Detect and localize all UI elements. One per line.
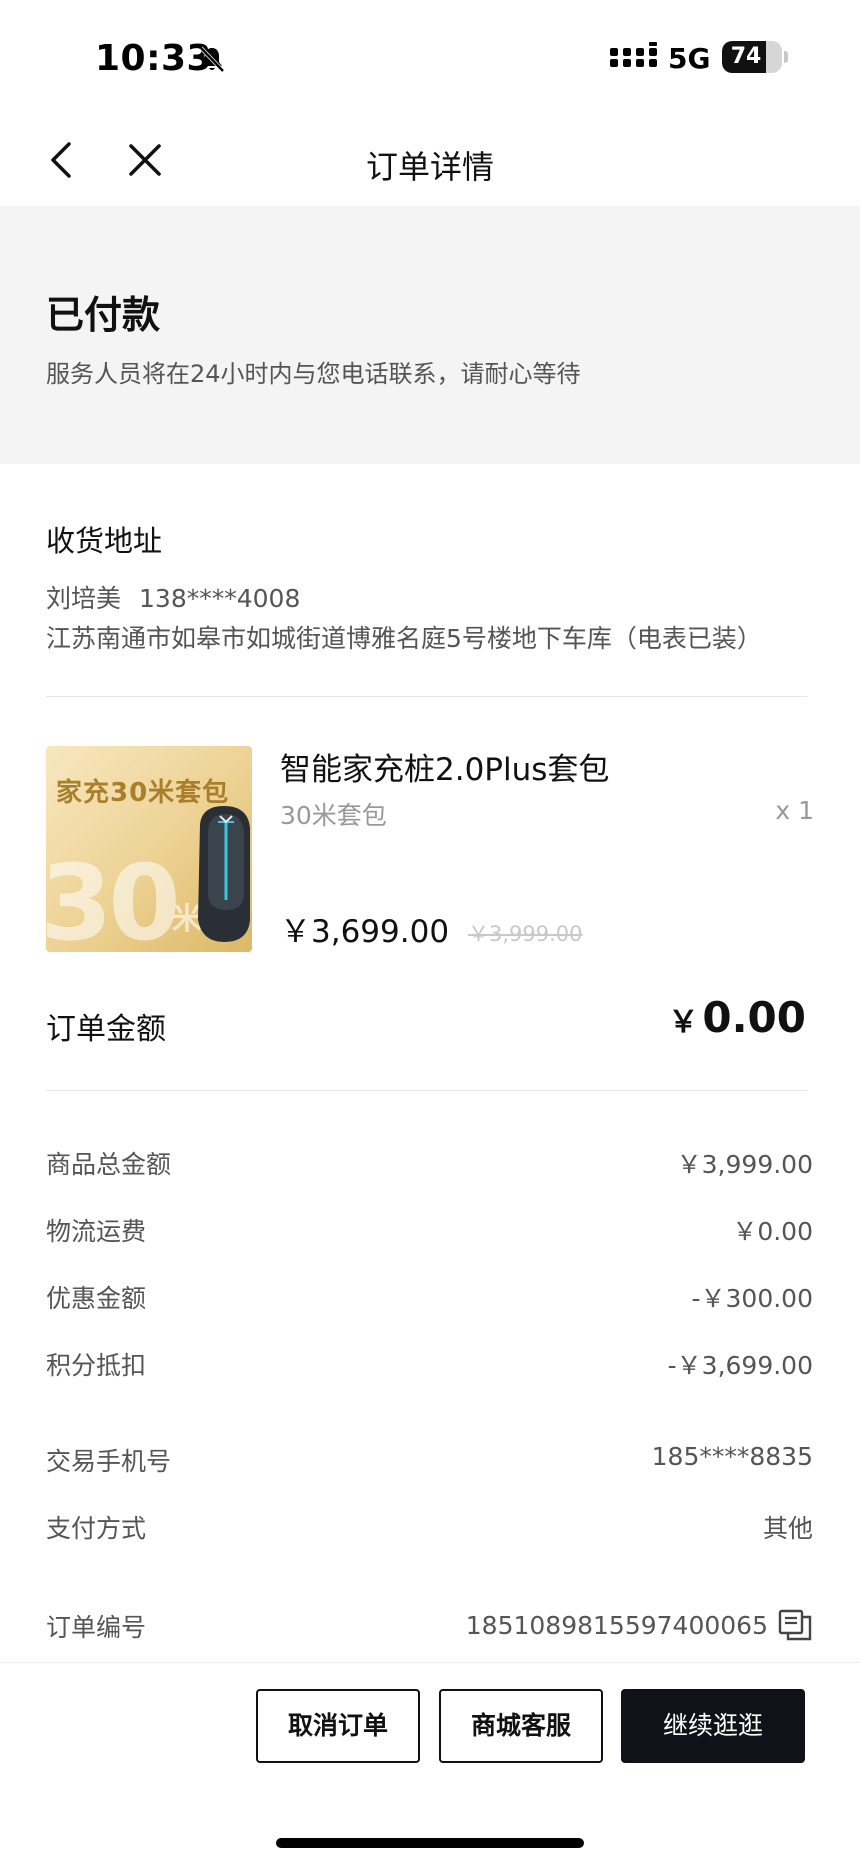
product-quantity: x 1 xyxy=(775,796,814,825)
order-number-label: 订单编号 xyxy=(46,1613,147,1642)
battery-icon: 74 xyxy=(722,41,782,73)
battery-percent: 74 xyxy=(730,44,762,69)
points-deduction-label: 积分抵扣 xyxy=(46,1351,147,1380)
product-image-number: 30 xyxy=(46,842,181,952)
bell-slash-icon xyxy=(199,46,225,73)
home-indicator[interactable] xyxy=(276,1838,584,1848)
payment-method-value: 其他 xyxy=(762,1514,813,1543)
bottom-action-bar: 取消订单 商城客服 继续逛逛 xyxy=(0,1662,860,1864)
status-time: 10:33 xyxy=(95,38,213,79)
goods-total-label: 商品总金额 xyxy=(46,1150,172,1179)
status-bar: 10:33 5G 74 xyxy=(0,0,860,110)
signal-icon xyxy=(610,42,657,67)
discount-label: 优惠金额 xyxy=(46,1284,147,1313)
product-name[interactable]: 智能家充桩2.0Plus套包 xyxy=(280,744,609,789)
product-spec: 30米套包 xyxy=(280,801,387,830)
divider xyxy=(46,1090,807,1091)
continue-shopping-button[interactable]: 继续逛逛 xyxy=(621,1689,805,1763)
address-contact: 刘培美 138****4008 xyxy=(46,579,318,615)
goods-total-value: ￥3,999.00 xyxy=(676,1150,813,1179)
discount-value: -￥300.00 xyxy=(691,1284,814,1313)
page-title: 订单详情 xyxy=(365,148,494,186)
order-amount-value: ￥0.00 xyxy=(560,993,806,1042)
nav-bar: 订单详情 xyxy=(0,110,860,205)
battery-nub xyxy=(784,51,788,63)
payment-method-label: 支付方式 xyxy=(46,1514,147,1543)
order-status-description: 服务人员将在24小时内与您电话联系，请耐心等待 xyxy=(46,360,581,388)
charger-illustration xyxy=(198,806,250,942)
order-status-block: 已付款 服务人员将在24小时内与您电话联系，请耐心等待 xyxy=(0,206,860,464)
order-number-value: 1851089815597400065 xyxy=(465,1611,768,1640)
trade-phone-label: 交易手机号 xyxy=(46,1447,172,1476)
address-title: 收货地址 xyxy=(46,524,163,558)
order-status-title: 已付款 xyxy=(46,293,161,337)
copy-icon[interactable] xyxy=(778,1608,812,1642)
cancel-order-button[interactable]: 取消订单 xyxy=(256,1689,420,1763)
order-amount-number: 0.00 xyxy=(702,993,806,1042)
recipient-name: 刘培美 xyxy=(46,584,122,613)
address-line: 江苏南通市如皋市如城街道博雅名庭5号楼地下车库（电表已装） xyxy=(46,624,762,653)
order-amount-label: 订单金额 xyxy=(46,1012,166,1047)
customer-service-button[interactable]: 商城客服 xyxy=(439,1689,603,1763)
shipping-value: ￥0.00 xyxy=(732,1217,813,1246)
trade-phone-value: 185****8835 xyxy=(651,1442,813,1471)
product-original-price: ￥3,999.00 xyxy=(468,922,583,946)
product-price: ￥3,699.00 xyxy=(280,914,450,950)
shipping-label: 物流运费 xyxy=(46,1217,147,1246)
order-amount-currency: ￥ xyxy=(668,1005,699,1040)
divider xyxy=(46,696,807,697)
points-deduction-value: -￥3,699.00 xyxy=(667,1351,813,1380)
product-image[interactable]: 30 米 家充30米套包 xyxy=(46,746,252,952)
recipient-phone: 138****4008 xyxy=(139,584,301,613)
network-label: 5G xyxy=(668,42,711,75)
